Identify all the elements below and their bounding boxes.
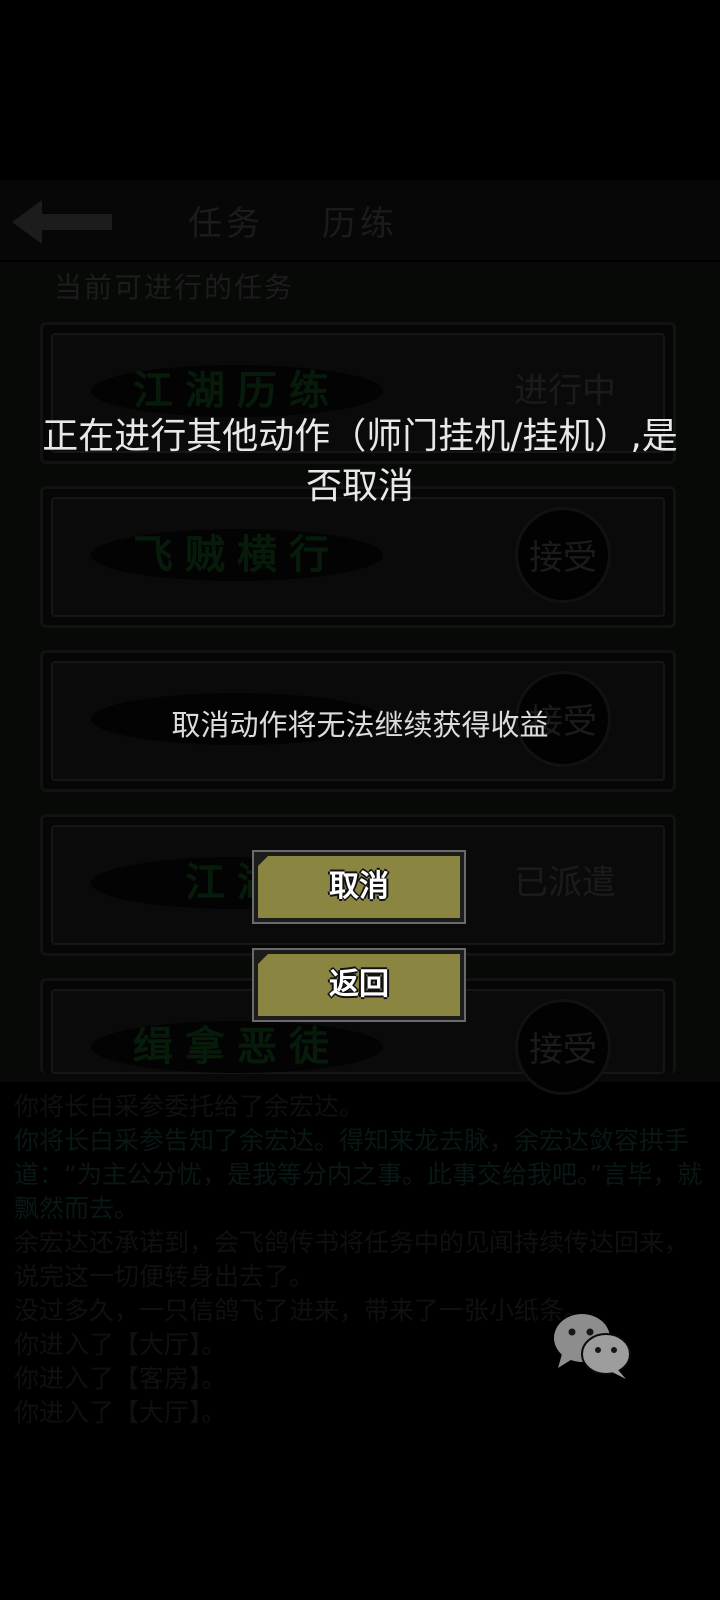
modal-overlay: 正在进行其他动作（师门挂机/挂机）,是否取消 取消动作将无法继续获得收益 取消 … (0, 0, 720, 1600)
back-button-label: 返回 (329, 967, 389, 1002)
dialog-title: 正在进行其他动作（师门挂机/挂机）,是否取消 (42, 416, 678, 507)
back-button[interactable]: 返回 (252, 948, 466, 1022)
dialog-message: 取消动作将无法继续获得收益 (171, 708, 549, 742)
cancel-button-label: 取消 (329, 869, 389, 904)
cancel-button[interactable]: 取消 (252, 850, 466, 924)
